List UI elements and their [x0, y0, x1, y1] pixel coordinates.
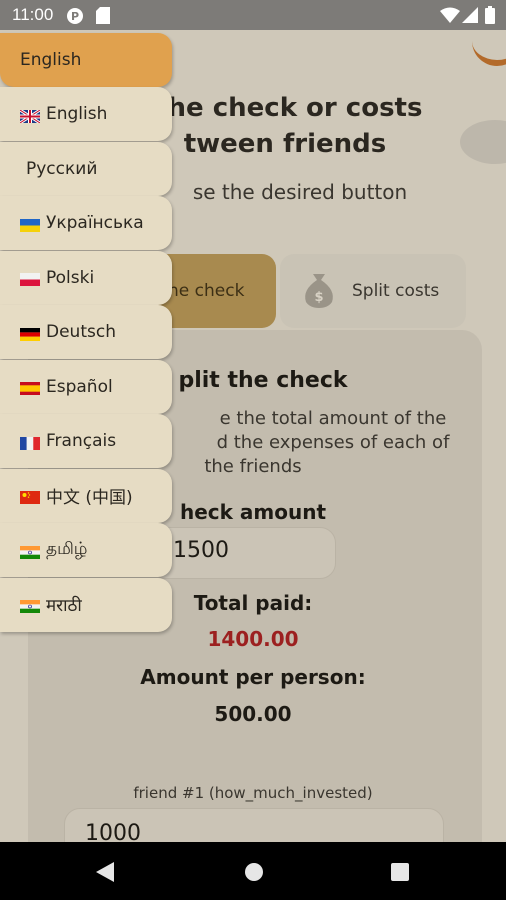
friend-amount-input[interactable]: 1000 [64, 808, 444, 842]
language-option-label: Français [46, 431, 117, 451]
language-option-label: 中文 (中国) [46, 488, 133, 508]
tab-split-costs-label: Split costs [352, 281, 440, 301]
language-option[interactable]: 中文 (中国) [0, 468, 172, 523]
decorative-illustration-top [472, 30, 506, 66]
signal-icon [462, 7, 478, 29]
notification-icon: P [66, 7, 84, 30]
svg-text:P: P [71, 10, 79, 23]
germany-flag-icon [20, 326, 40, 341]
language-option[interactable]: Polski [0, 250, 172, 305]
money-bag-icon: $ [302, 270, 336, 313]
tab-split-costs[interactable]: $ Split costs [280, 254, 466, 328]
language-selected-label: English [20, 50, 82, 70]
sd-card-icon [96, 7, 110, 29]
battery-icon [485, 6, 495, 29]
language-menu-selected[interactable]: English [0, 33, 172, 87]
language-option[interactable]: Deutsch [0, 305, 172, 359]
language-option-label: Українська [46, 213, 144, 233]
wifi-icon [440, 7, 460, 29]
check-amount-input[interactable]: 1500 [150, 527, 336, 579]
india-flag-icon [20, 544, 40, 559]
language-option[interactable]: Українська [0, 196, 172, 250]
poland-flag-icon [20, 271, 40, 286]
back-icon[interactable] [96, 862, 114, 886]
language-option-label: Español [46, 376, 113, 397]
status-time: 11:00 [12, 5, 54, 24]
navigation-bar [0, 842, 506, 900]
svg-text:$: $ [314, 290, 323, 305]
language-option-label: Deutsch [46, 322, 116, 342]
language-option[interactable]: Русский [0, 141, 172, 196]
india-flag-icon [20, 598, 40, 613]
language-option[interactable]: Español [0, 359, 172, 414]
ukraine-flag-icon [20, 217, 40, 232]
recents-icon[interactable] [391, 863, 409, 885]
check-amount-value: 1500 [173, 538, 229, 563]
status-bar: 11:00 P [0, 0, 506, 30]
language-option[interactable]: मराठी [0, 577, 172, 632]
per-person-value: 500.00 [214, 702, 292, 726]
decorative-illustration [460, 120, 506, 164]
language-option-label: मराठी [46, 596, 82, 616]
language-option-label: Polski [46, 267, 95, 288]
language-option-label: English [46, 104, 108, 124]
spain-flag-icon [20, 380, 40, 395]
friend-amount-value: 1000 [85, 821, 141, 842]
france-flag-icon [20, 435, 40, 450]
friend-label: friend #1 (how_much_invested) [133, 784, 373, 802]
language-option-label: தமிழ் [46, 539, 88, 559]
language-option[interactable]: தமிழ் [0, 523, 172, 577]
china-flag-icon [20, 489, 40, 504]
language-option[interactable]: Français [0, 414, 172, 468]
per-person-label: Amount per person: [140, 665, 366, 689]
uk-flag-icon [19, 108, 41, 124]
home-icon[interactable] [244, 862, 264, 886]
language-option-label: Русский [26, 158, 98, 179]
language-option[interactable]: English [0, 87, 172, 141]
